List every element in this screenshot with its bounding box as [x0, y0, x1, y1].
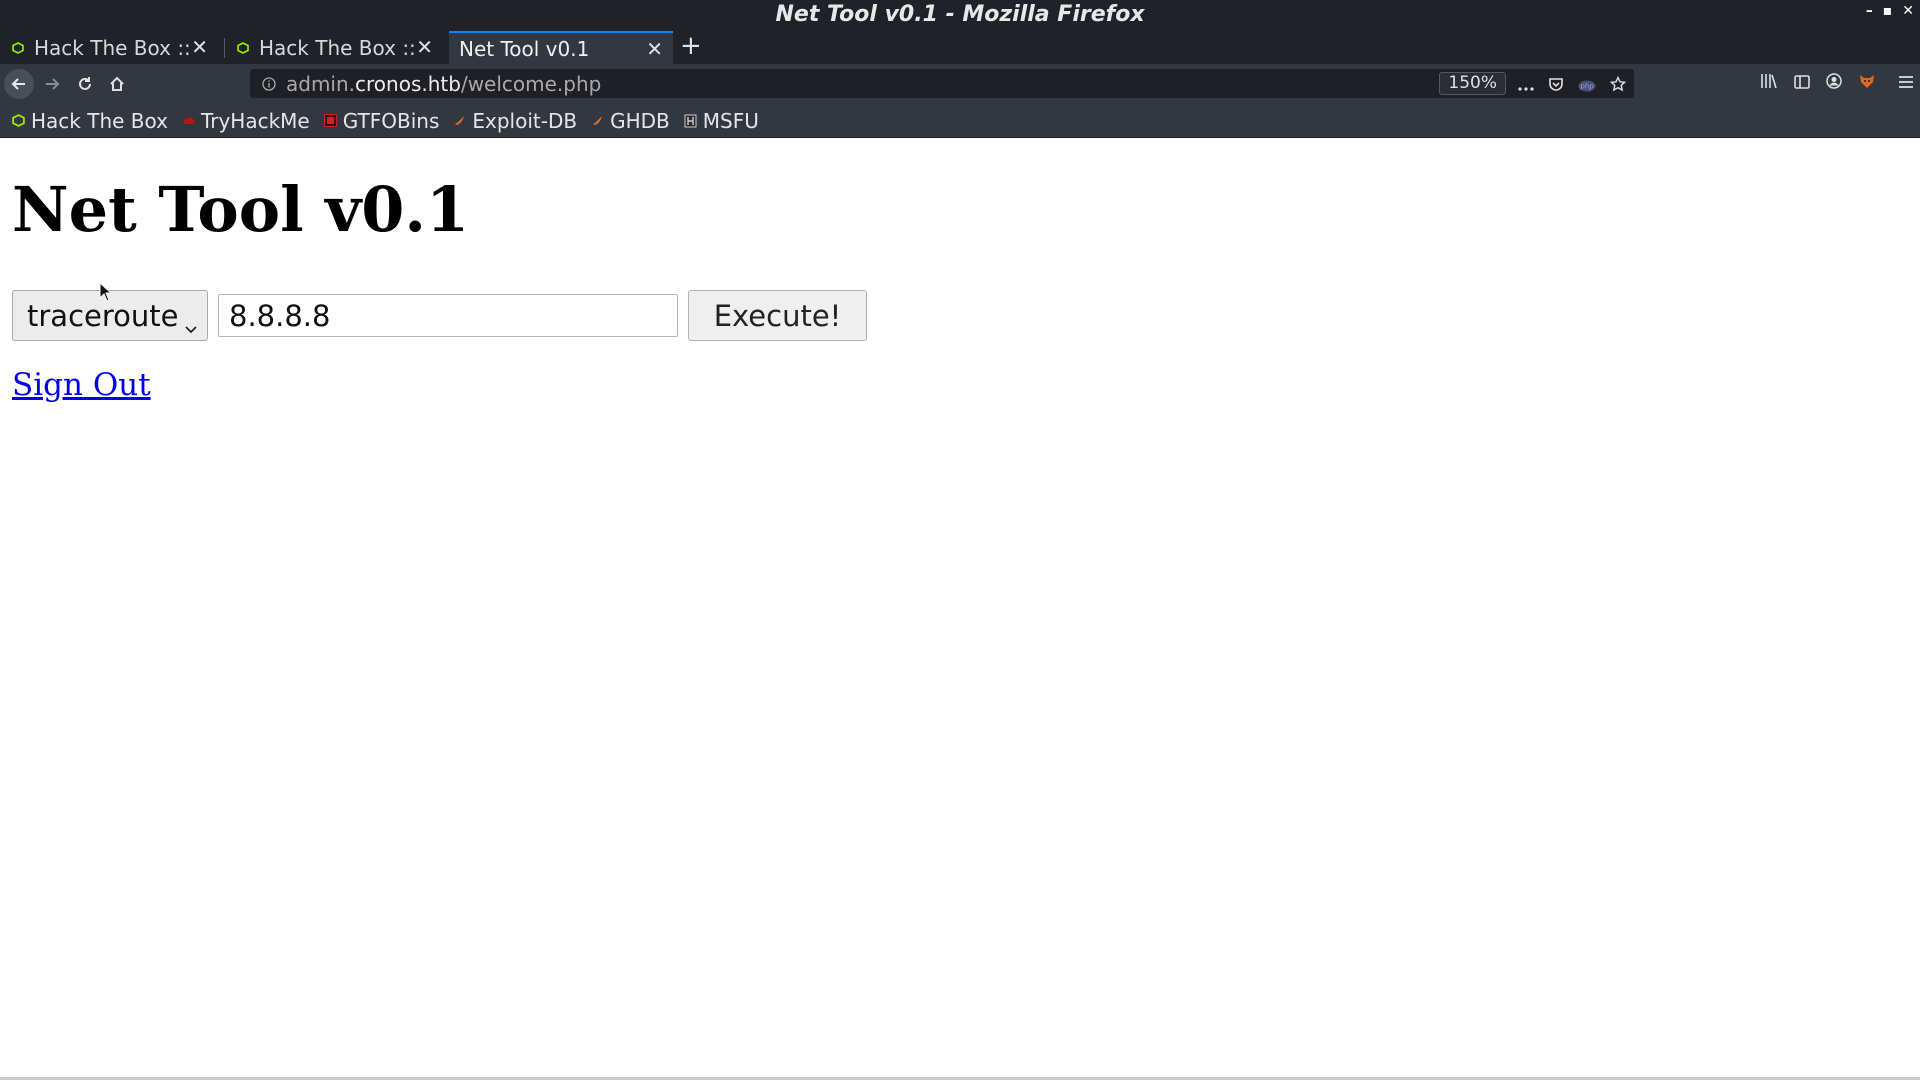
mouse-cursor-icon — [99, 281, 113, 306]
chevron-down-icon — [185, 307, 197, 341]
close-tab-icon[interactable]: ✕ — [416, 35, 433, 59]
sidebar-icon[interactable] — [1794, 74, 1810, 93]
page-content: Net Tool v0.1 traceroute Execute! Sign O… — [0, 139, 1920, 1077]
home-button[interactable] — [102, 69, 132, 99]
bookmark-label: TryHackMe — [200, 108, 310, 133]
tab-hackthebox-1[interactable]: Hack The Box :: M ✕ — [0, 31, 218, 64]
page-title: Net Tool v0.1 — [12, 173, 470, 246]
tab-label: Net Tool v0.1 — [459, 36, 590, 61]
window-title: Net Tool v0.1 - Mozilla Firefox — [775, 2, 1145, 27]
htb-icon — [12, 41, 24, 54]
back-button[interactable] — [4, 69, 34, 99]
bookmark-tryhackme[interactable]: TryHackMe — [182, 109, 310, 133]
navigation-toolbar: admin. cronos.htb/welcome.php 150% php — [0, 64, 1920, 104]
url-host: cronos.htb — [355, 71, 461, 96]
library-icon[interactable] — [1760, 73, 1778, 93]
thm-icon — [182, 114, 195, 127]
ghdb-icon — [591, 114, 604, 127]
url-path: /welcome.php — [460, 71, 602, 96]
tab-net-tool[interactable]: Net Tool v0.1 ✕ — [449, 31, 673, 64]
host-input[interactable] — [218, 294, 678, 337]
close-tab-icon[interactable]: ✕ — [191, 35, 208, 59]
close-window-icon[interactable]: ✕ — [1902, 3, 1914, 19]
bookmark-star-icon[interactable] — [1609, 73, 1627, 97]
reload-button[interactable] — [70, 69, 100, 99]
execute-button[interactable]: Execute! — [688, 290, 867, 341]
maximize-icon[interactable]: ▪ — [1883, 3, 1893, 19]
sign-out-link[interactable]: Sign Out — [12, 367, 151, 403]
url-subdomain: admin. — [286, 71, 356, 96]
arrow-left-icon — [11, 78, 25, 90]
window-titlebar: Net Tool v0.1 - Mozilla Firefox – ▪ ✕ — [0, 0, 1920, 31]
bookmark-label: MSFU — [702, 108, 759, 133]
svg-text:php: php — [1579, 83, 1594, 91]
msfu-icon — [684, 114, 697, 128]
bookmark-msfu[interactable]: MSFU — [684, 109, 759, 133]
home-icon — [110, 76, 124, 91]
exploitdb-icon — [453, 114, 466, 127]
reload-icon — [79, 77, 91, 90]
forward-button[interactable] — [37, 69, 67, 99]
page-actions-icon[interactable] — [1518, 73, 1534, 97]
tab-hackthebox-2[interactable]: Hack The Box :: C ✕ — [225, 31, 443, 64]
tab-strip: Hack The Box :: M ✕ Hack The Box :: C ✕ … — [0, 31, 1920, 64]
arrow-right-icon — [46, 78, 60, 90]
bookmark-label: GHDB — [610, 108, 670, 133]
tab-label: Hack The Box :: C — [259, 35, 415, 60]
htb-icon — [12, 114, 25, 127]
foxyproxy-icon[interactable] — [1858, 73, 1876, 93]
htb-icon — [237, 41, 249, 54]
bookmark-exploitdb[interactable]: Exploit-DB — [453, 109, 577, 133]
new-tab-button[interactable]: + — [680, 31, 702, 64]
url-actions: php — [1518, 73, 1627, 97]
bookmark-ghdb[interactable]: GHDB — [591, 109, 670, 133]
toolbar-right — [1760, 73, 1914, 93]
bookmarks-toolbar: Hack The Box TryHackMe GTFOBins Exploit-… — [0, 104, 1920, 138]
php-extension-icon[interactable]: php — [1578, 73, 1596, 97]
bookmark-hackthebox[interactable]: Hack The Box — [12, 109, 168, 133]
account-icon[interactable] — [1826, 73, 1842, 93]
gtfobins-icon — [323, 114, 337, 127]
tab-label: Hack The Box :: M — [34, 35, 190, 60]
bookmark-label: Exploit-DB — [472, 108, 578, 133]
bookmark-gtfobins[interactable]: GTFOBins — [323, 108, 440, 133]
bookmark-label: Hack The Box — [31, 108, 168, 133]
window-controls: – ▪ ✕ — [1866, 3, 1914, 19]
url-bar[interactable]: admin. cronos.htb/welcome.php 150% php — [250, 69, 1634, 98]
close-tab-icon[interactable]: ✕ — [646, 37, 663, 61]
pocket-icon[interactable] — [1548, 73, 1564, 97]
zoom-indicator[interactable]: 150% — [1439, 72, 1506, 95]
bookmark-label: GTFOBins — [342, 108, 440, 133]
minimize-icon[interactable]: – — [1866, 3, 1873, 19]
info-icon[interactable] — [262, 76, 276, 91]
menu-icon[interactable] — [1898, 74, 1914, 93]
